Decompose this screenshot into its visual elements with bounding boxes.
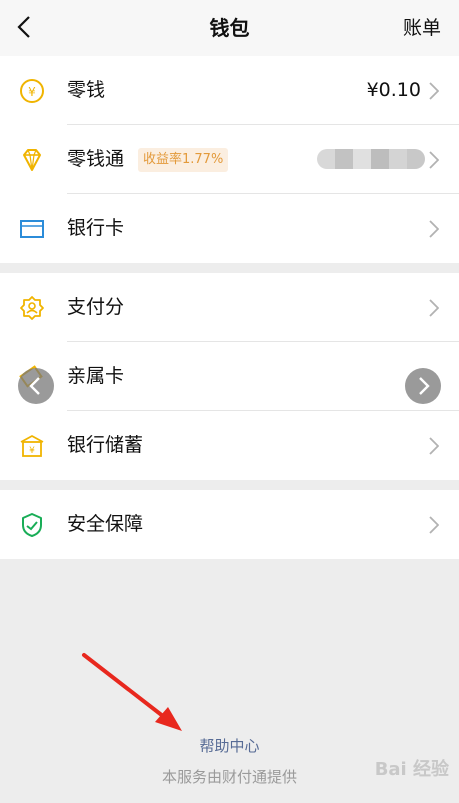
menu-item-change[interactable]: ¥ 零钱 ¥0.10: [0, 56, 459, 125]
menu-item-bank-savings[interactable]: ¥ 银行储蓄: [0, 411, 459, 480]
balance-group: ¥ 零钱 ¥0.10 零钱通 收益率1.77% 银行卡: [0, 56, 459, 263]
back-arrow-icon[interactable]: [10, 12, 40, 42]
bank-building-icon: ¥: [20, 435, 44, 457]
menu-item-security[interactable]: 安全保障: [0, 490, 459, 559]
menu-item-label: 安全保障: [67, 513, 144, 535]
help-center-link[interactable]: 帮助中心: [0, 735, 459, 756]
menu-item-label: 零钱: [67, 79, 106, 101]
next-image-button[interactable]: [405, 368, 441, 404]
menu-item-label: 零钱通: [67, 148, 125, 170]
menu-item-label: 银行储蓄: [67, 434, 144, 456]
menu-item-bank-card[interactable]: 银行卡: [0, 194, 459, 263]
menu-item-lingqiantong[interactable]: 零钱通 收益率1.77%: [0, 125, 459, 194]
security-group: 安全保障: [0, 490, 459, 559]
yuan-coin-icon: ¥: [20, 79, 44, 103]
blurred-balance: [317, 149, 425, 169]
chevron-right-icon: [429, 82, 439, 100]
menu-item-label: 银行卡: [67, 217, 125, 239]
shield-icon: [22, 513, 42, 537]
chevron-right-icon: [429, 437, 439, 455]
bank-card-icon: [20, 220, 44, 238]
bill-button[interactable]: 账单: [403, 0, 441, 56]
diamond-icon: [23, 149, 41, 171]
previous-image-button[interactable]: [18, 368, 54, 404]
chevron-right-icon: [429, 516, 439, 534]
chevron-right-icon: [429, 299, 439, 317]
chevron-right-icon: [429, 151, 439, 169]
pay-score-badge-icon: [20, 296, 44, 320]
yield-rate-badge: 收益率1.77%: [138, 148, 229, 172]
chevron-left-icon: [29, 377, 40, 395]
watermark: Bai 经验: [374, 759, 449, 780]
page-title: 钱包: [209, 16, 250, 40]
chevron-right-icon: [429, 220, 439, 238]
menu-item-pay-score[interactable]: 支付分: [0, 273, 459, 342]
change-balance: ¥0.10: [366, 79, 421, 101]
chevron-right-icon: [419, 377, 430, 395]
menu-item-family-card[interactable]: 亲属卡: [0, 342, 459, 411]
nav-bar: 钱包 账单: [0, 0, 459, 56]
svg-text:¥: ¥: [28, 85, 36, 99]
svg-text:¥: ¥: [29, 446, 35, 456]
menu-item-label: 亲属卡: [67, 365, 125, 387]
menu-item-label: 支付分: [67, 296, 125, 318]
services-group: 支付分 亲属卡 ¥ 银行储蓄: [0, 273, 459, 480]
